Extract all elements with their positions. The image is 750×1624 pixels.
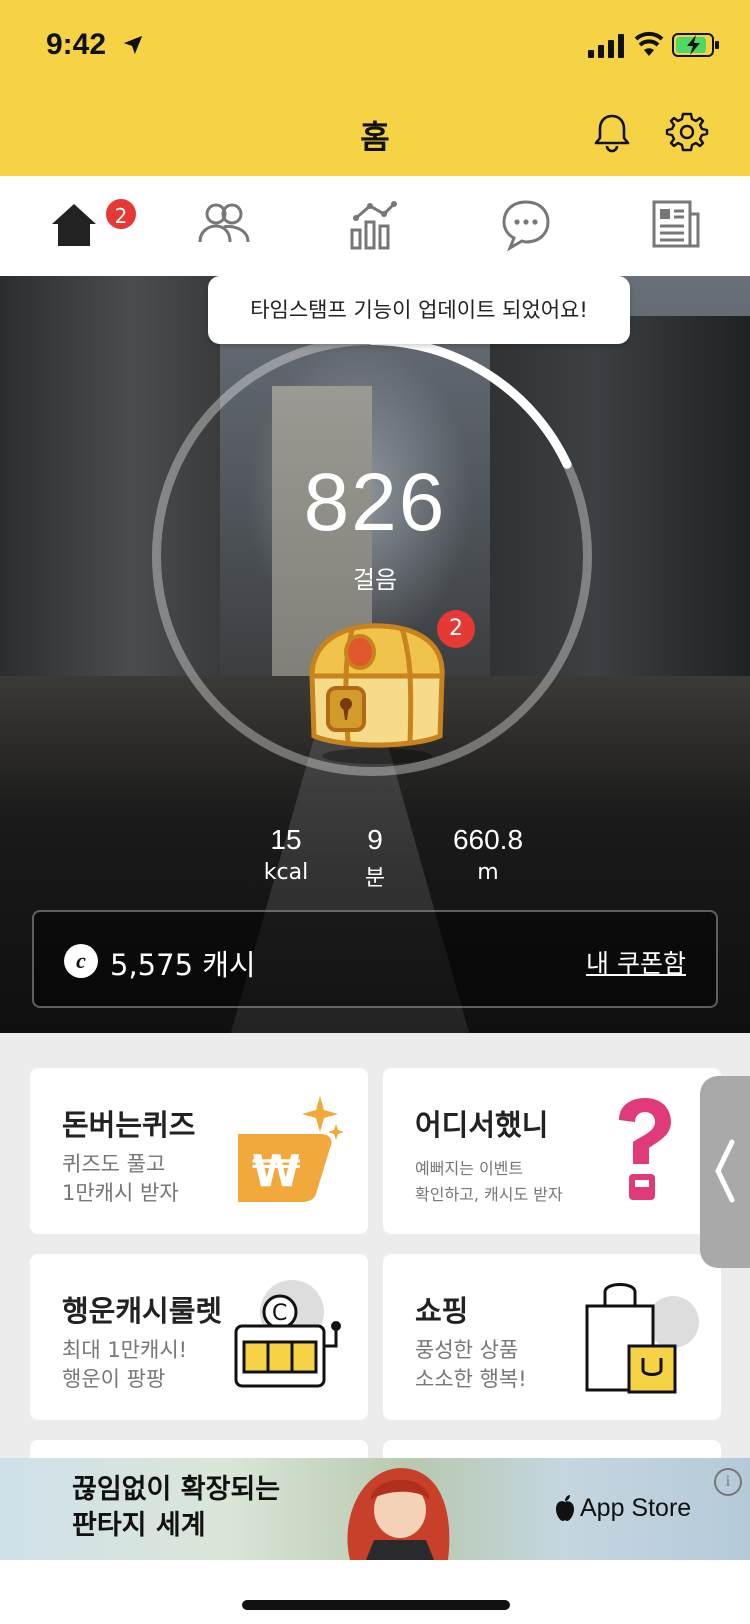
treasure-chest-icon[interactable] [292, 616, 462, 766]
roulette-card[interactable]: 행운캐시룰렛 최대 1만캐시! 행운이 팡팡 C [30, 1254, 368, 1420]
cash-balance-box: c 5,575 캐시 내 쿠폰함 [32, 910, 718, 1008]
location-arrow-icon [123, 35, 143, 55]
top-bar: 9:42 홈 [0, 0, 750, 176]
apple-logo-icon [556, 1495, 574, 1521]
won-sparkle-icon: ₩ [238, 1096, 344, 1202]
cash-coin-icon: c [64, 944, 98, 978]
news-icon [652, 200, 700, 248]
notification-bell-icon[interactable] [590, 110, 634, 154]
tab-stats[interactable] [344, 194, 404, 254]
card-subtitle-line: 퀴즈도 풀고 [62, 1152, 166, 1176]
card-subtitle-line: 행운이 팡팡 [62, 1367, 166, 1391]
card-subtitle: 퀴즈도 풀고 1만캐시 받자 [62, 1150, 179, 1208]
chat-icon [502, 200, 550, 252]
tab-news[interactable] [646, 194, 706, 254]
step-count: 826 [303, 457, 447, 548]
tab-home[interactable] [44, 194, 104, 254]
home-notification-badge: 2 [104, 197, 138, 231]
shopping-card[interactable]: 쇼핑 풍성한 상품 소소한 행복! [383, 1254, 721, 1420]
question-mark-icon [619, 1098, 671, 1200]
wifi-icon [634, 31, 664, 56]
home-indicator [242, 1600, 510, 1610]
game-character-image [347, 1468, 450, 1560]
card-title: 어디서했니 [415, 1108, 549, 1142]
svg-text:C: C [272, 1301, 287, 1326]
page-title: 홈 [360, 118, 390, 156]
signal-icon [588, 34, 624, 58]
card-title: 행운캐시룰렛 [62, 1294, 223, 1328]
card-title: 쇼핑 [415, 1294, 469, 1328]
update-tooltip[interactable]: 타임스탬프 기능이 업데이트 되었어요! [208, 276, 630, 344]
ad-headline-line: 끊임없이 확장되는 [72, 1474, 281, 1505]
friends-icon [198, 203, 250, 243]
step-unit: 걸음 [352, 566, 398, 594]
quiz-card[interactable]: 돈버는퀴즈 퀴즈도 풀고 1만캐시 받자 ₩ [30, 1068, 368, 1234]
step-counter-hero: 타임스탬프 기능이 업데이트 되었어요! 826 걸음 2 15 kcal 9 … [0, 276, 750, 1033]
shopping-bag-icon [585, 1283, 699, 1394]
card-title: 돈버는퀴즈 [62, 1108, 196, 1142]
where-card[interactable]: 어디서했니 예뻐지는 이벤트 확인하고, 캐시도 받자 [383, 1068, 721, 1234]
card-subtitle-line: 1만캐시 받자 [62, 1181, 179, 1205]
settings-gear-icon[interactable] [665, 110, 709, 154]
battery-charging-icon [672, 33, 719, 57]
card-subtitle-line: 소소한 행복! [415, 1367, 527, 1391]
card-subtitle-line: 확인하고, 캐시도 받자 [415, 1185, 563, 1204]
ad-info-icon[interactable]: i [714, 1468, 742, 1496]
side-drawer-handle[interactable] [700, 1076, 750, 1268]
ad-banner[interactable]: 끊임없이 확장되는 판타지 세계 App Store i [0, 1458, 750, 1560]
tab-friends[interactable] [194, 194, 254, 254]
my-coupons-link[interactable]: 내 쿠폰함 [586, 944, 686, 980]
card-subtitle-line: 풍성한 상품 [415, 1338, 519, 1362]
distance-stat: 660.8 m [418, 824, 558, 885]
chevron-left-icon [715, 1139, 735, 1203]
card-subtitle: 풍성한 상품 소소한 행복! [415, 1336, 527, 1394]
app-store-label: App Store [580, 1494, 692, 1522]
status-time: 9:42 [46, 28, 107, 61]
svg-text:₩: ₩ [252, 1146, 301, 1197]
ad-headline-line: 판타지 세계 [72, 1510, 206, 1541]
home-icon [52, 204, 96, 246]
distance-unit: m [477, 860, 499, 885]
ad-headline: 끊임없이 확장되는 판타지 세계 [72, 1472, 280, 1544]
card-subtitle-line: 최대 1만캐시! [62, 1338, 188, 1362]
stats-icon [350, 201, 397, 250]
card-subtitle-line: 예뻐지는 이벤트 [415, 1159, 524, 1178]
tab-chat[interactable] [496, 194, 556, 254]
card-subtitle: 예뻐지는 이벤트 확인하고, 캐시도 받자 [415, 1156, 563, 1208]
cash-balance: 5,575 캐시 [110, 948, 256, 982]
distance-value: 660.8 [452, 824, 524, 855]
bottom-safe-area [0, 1560, 750, 1624]
chest-notification-badge: 2 [437, 610, 475, 648]
slot-machine-icon: C [234, 1280, 341, 1388]
card-subtitle: 최대 1만캐시! 행운이 팡팡 [62, 1336, 187, 1394]
